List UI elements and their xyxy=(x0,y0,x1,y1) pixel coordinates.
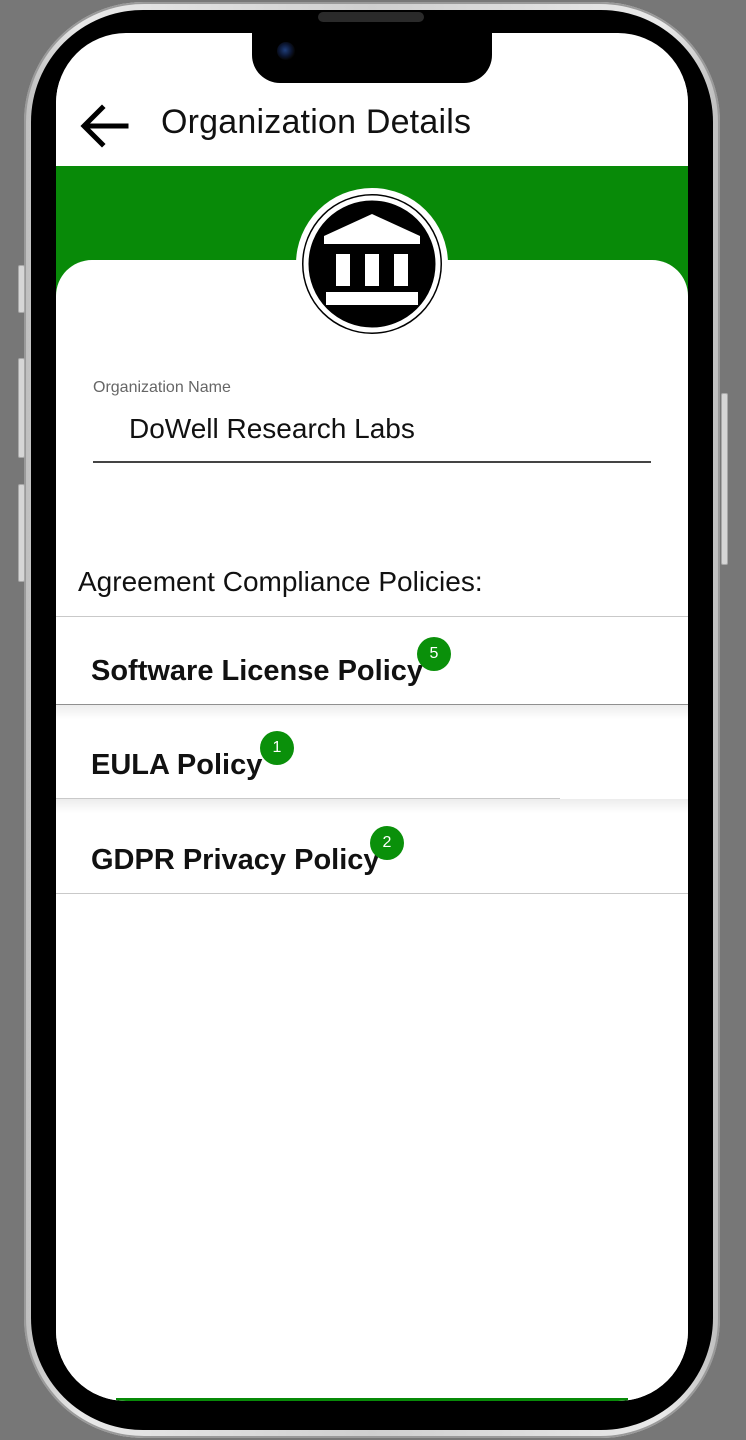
front-camera xyxy=(277,42,295,60)
bank-building-icon xyxy=(303,195,441,333)
policy-row-software-license[interactable]: Software License Policy 5 xyxy=(56,617,688,704)
power-button xyxy=(721,393,728,565)
divider xyxy=(56,893,688,894)
policies-section-title: Agreement Compliance Policies: xyxy=(78,566,483,597)
silent-switch xyxy=(18,265,25,313)
policy-count-badge: 5 xyxy=(417,637,451,671)
policy-label: Software License Policy xyxy=(91,655,424,687)
policy-row-gdpr-privacy[interactable]: GDPR Privacy Policy 2 xyxy=(56,813,688,893)
app-bar: Organization Details xyxy=(56,81,688,167)
policy-count-badge: 2 xyxy=(370,826,404,860)
device-stage: Organization Details Organization Name D… xyxy=(0,0,746,1440)
policy-label: EULA Policy xyxy=(91,749,263,781)
organization-name-label: Organization Name xyxy=(93,379,231,396)
organization-avatar xyxy=(296,188,448,340)
back-button[interactable] xyxy=(78,101,132,151)
speaker-grille xyxy=(318,12,424,22)
row-shadow xyxy=(56,705,688,719)
bottom-accent-bar xyxy=(116,1398,628,1401)
policy-row-eula[interactable]: EULA Policy 1 xyxy=(56,719,688,798)
volume-down-button xyxy=(18,484,25,582)
row-shadow xyxy=(56,799,688,813)
phone-screen: Organization Details Organization Name D… xyxy=(56,33,688,1401)
field-underline xyxy=(93,461,651,463)
policy-count-badge: 1 xyxy=(260,731,294,765)
policy-label: GDPR Privacy Policy xyxy=(91,844,380,876)
arrow-left-icon xyxy=(80,104,129,148)
organization-name-field[interactable]: DoWell Research Labs xyxy=(129,413,415,445)
volume-up-button xyxy=(18,358,25,458)
page-title: Organization Details xyxy=(161,103,472,141)
